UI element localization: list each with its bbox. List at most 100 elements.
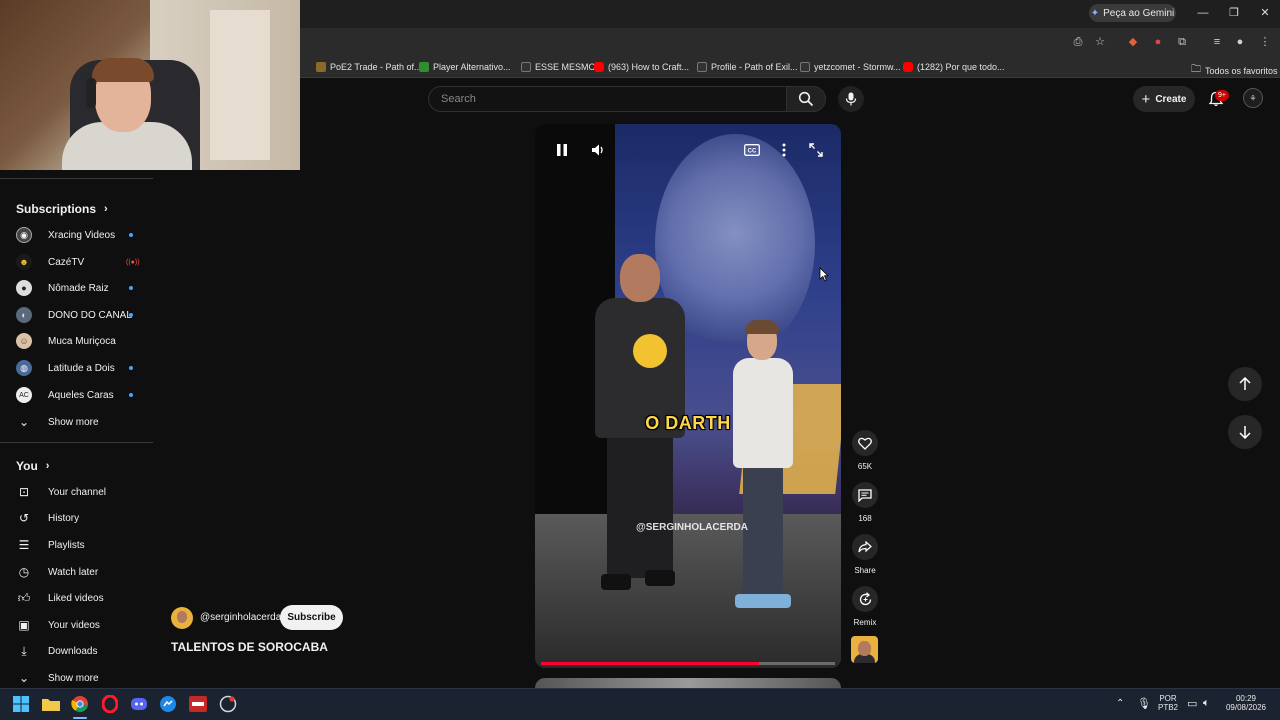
- sidebar-item-playlists[interactable]: ☰ Playlists: [16, 535, 146, 555]
- sidebar-item-nomade-raiz[interactable]: ● Nômade Raiz: [16, 278, 146, 298]
- restore-icon[interactable]: ❐: [1226, 5, 1242, 21]
- chevron-right-icon: ›: [104, 203, 108, 215]
- next-short-preview[interactable]: [535, 678, 841, 688]
- comments-button[interactable]: [852, 482, 878, 508]
- short-video-player[interactable]: [535, 124, 841, 668]
- gemini-label: Peça ao Gemini: [1103, 7, 1175, 19]
- sidebar-item-dono-do-canal[interactable]: ◐ DONO DO CANAL: [16, 305, 146, 325]
- chrome-icon[interactable]: [70, 694, 90, 714]
- like-button[interactable]: [852, 430, 878, 456]
- channel-avatar-icon: ●: [16, 280, 32, 296]
- volume-tray-icon[interactable]: 🔈︎: [1203, 697, 1210, 710]
- opera-icon[interactable]: [100, 694, 120, 714]
- extensions-puzzle-icon[interactable]: ⧉: [1175, 35, 1189, 49]
- file-explorer-icon[interactable]: [41, 694, 61, 714]
- sidebar-item-history[interactable]: ↺ History: [16, 508, 146, 528]
- sidebar-item-downloads[interactable]: ⤓ Downloads: [16, 641, 146, 661]
- you-show-more[interactable]: ⌄ Show more: [16, 668, 146, 688]
- discord-icon[interactable]: [129, 694, 149, 714]
- sidebar-item-your-videos[interactable]: ▣ Your videos: [16, 615, 146, 635]
- channel-avatar-icon: ☺: [16, 333, 32, 349]
- search-button[interactable]: [786, 86, 826, 112]
- subscriptions-header[interactable]: Subscriptions ›: [16, 202, 108, 216]
- sidebar-item-muca-muricoca[interactable]: ☺ Muca Muriçoca: [16, 331, 146, 351]
- bookmark-item[interactable]: (963) How to Craft...: [594, 62, 689, 72]
- sidebar-item-your-channel[interactable]: ⊡ Your channel: [16, 482, 146, 502]
- channel-handle[interactable]: @serginholacerda: [200, 612, 281, 623]
- you-header[interactable]: You ›: [16, 459, 49, 473]
- network-icon[interactable]: ▭: [1187, 697, 1197, 710]
- gemini-icon: ✦: [1090, 7, 1100, 19]
- bookmark-item[interactable]: PoE2 Trade - Path of...: [316, 62, 422, 72]
- next-short-button[interactable]: [1228, 415, 1262, 449]
- subscriptions-show-more[interactable]: ⌄ Show more: [16, 412, 146, 432]
- pause-button[interactable]: [553, 141, 571, 159]
- sidebar-item-watch-later[interactable]: ◷ Watch later: [16, 562, 146, 582]
- audio-source-thumbnail[interactable]: [851, 636, 878, 663]
- extension-badge-icon[interactable]: ●: [1151, 35, 1165, 49]
- video-title[interactable]: TALENTOS DE SOROCABA: [171, 640, 328, 654]
- voice-search-button[interactable]: [838, 86, 864, 112]
- share-icon: [858, 541, 872, 553]
- profile-icon[interactable]: ●: [1233, 35, 1247, 49]
- sidebar-item-aqueles-caras[interactable]: AC Aqueles Caras: [16, 385, 146, 405]
- all-bookmarks-button[interactable]: 🗀 Todos os favoritos: [1191, 62, 1278, 79]
- svg-text:CC: CC: [748, 149, 757, 155]
- share-label: Share: [854, 566, 876, 575]
- more-options-button[interactable]: [775, 141, 793, 159]
- fullscreen-button[interactable]: [807, 141, 825, 159]
- sidebar-item-cazetv[interactable]: ☻ CazéTV ((●)): [16, 252, 146, 272]
- create-button[interactable]: + Create: [1133, 86, 1195, 112]
- clock[interactable]: 00:29 09/08/2026: [1224, 694, 1268, 712]
- show-hidden-icons[interactable]: ⌃: [1116, 698, 1124, 709]
- live-icon: ((●)): [126, 258, 140, 266]
- bookmark-star-icon[interactable]: ☆: [1093, 35, 1107, 49]
- captions-button[interactable]: CC: [743, 141, 761, 159]
- like-count: 65K: [857, 462, 873, 471]
- volume-button[interactable]: [589, 141, 607, 159]
- channel-avatar-icon: ◍: [16, 360, 32, 376]
- new-content-dot: [129, 366, 133, 370]
- bookmark-item[interactable]: Player Alternativo...: [419, 62, 511, 72]
- video-caption: O DARTH: [645, 413, 731, 433]
- messenger-app-icon[interactable]: [158, 694, 178, 714]
- divider: [0, 442, 153, 443]
- bookmark-item[interactable]: (1282) Por que todo...: [903, 62, 1005, 72]
- comment-count: 168: [858, 514, 872, 523]
- windows-start-icon[interactable]: [11, 694, 31, 714]
- minimize-icon[interactable]: —: [1195, 5, 1211, 21]
- gemini-button[interactable]: ✦ Peça ao Gemini: [1089, 4, 1176, 22]
- account-avatar[interactable]: ⚘: [1243, 88, 1263, 108]
- your-videos-icon: ▣: [18, 618, 30, 632]
- share-button[interactable]: [852, 534, 878, 560]
- channel-avatar[interactable]: [171, 607, 193, 629]
- new-content-dot: [129, 393, 133, 397]
- language-indicator[interactable]: POR PTB2: [1156, 694, 1180, 712]
- sidebar-item-liked-videos[interactable]: 👍︎ Liked videos: [16, 588, 146, 608]
- steam-like-icon[interactable]: [218, 694, 238, 714]
- media-controls-icon[interactable]: ≡: [1210, 35, 1224, 49]
- bookmark-item[interactable]: ESSE MESMO: [521, 62, 596, 72]
- chevron-right-icon: ›: [45, 460, 50, 472]
- install-app-icon[interactable]: ⎙: [1071, 35, 1085, 49]
- sidebar-item-latitude-a-dois[interactable]: ◍ Latitude a Dois: [16, 358, 146, 378]
- boy-figure: [733, 320, 793, 622]
- previous-short-button[interactable]: [1228, 367, 1262, 401]
- video-watermark: @SERGINHOLACERDA: [636, 522, 748, 533]
- new-content-dot: [129, 286, 133, 290]
- extension-fox-icon[interactable]: ◆: [1126, 35, 1140, 49]
- plus-icon: +: [1141, 90, 1151, 108]
- divider: [0, 178, 153, 179]
- search-input[interactable]: Search: [428, 86, 786, 112]
- expand-icon: [809, 143, 823, 157]
- close-icon[interactable]: ✕: [1257, 5, 1273, 21]
- remix-button[interactable]: [852, 586, 878, 612]
- bookmark-item[interactable]: yetzcomet - Stormw...: [800, 62, 901, 72]
- microphone-tray-icon[interactable]: 🎙︎: [1137, 697, 1151, 710]
- capture-app-icon[interactable]: [188, 694, 208, 714]
- bookmark-item[interactable]: Profile - Path of Exil...: [697, 62, 798, 72]
- sidebar-item-xracing-videos[interactable]: ◉ Xracing Videos: [16, 225, 146, 245]
- browser-menu-icon[interactable]: ⋮: [1258, 35, 1272, 49]
- subscribe-button[interactable]: Subscribe: [280, 605, 343, 630]
- new-content-dot: [129, 233, 133, 237]
